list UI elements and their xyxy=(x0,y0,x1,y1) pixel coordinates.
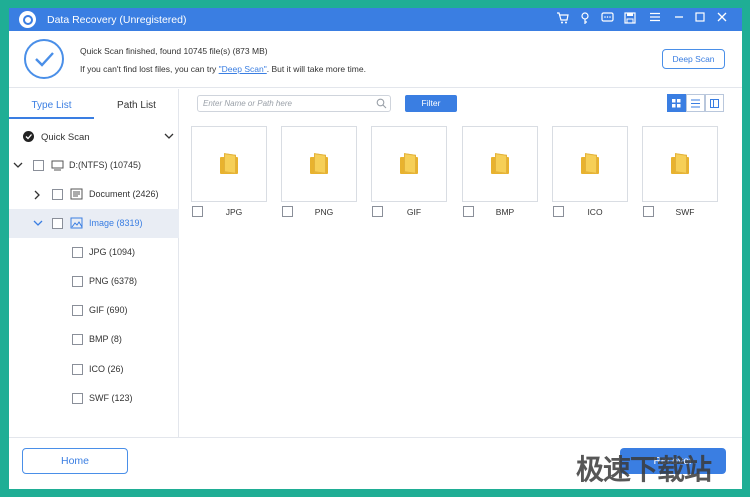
tab-path-list[interactable]: Path List xyxy=(94,89,179,119)
scan-result-header: Quick Scan finished, found 10745 file(s)… xyxy=(9,31,742,88)
folder-thumb-ico[interactable] xyxy=(552,126,628,202)
scan-summary-text: Quick Scan finished, found 10745 file(s)… xyxy=(80,46,268,56)
minimize-icon[interactable] xyxy=(671,12,687,27)
folder-thumb-swf[interactable] xyxy=(642,126,718,202)
bmp-label: BMP (8) xyxy=(89,334,122,344)
folder-thumb-gif[interactable] xyxy=(371,126,447,202)
drive-row[interactable]: D:(NTFS) (10745) xyxy=(9,151,179,180)
swf-label: SWF (123) xyxy=(89,393,133,403)
ico-folder-checkbox[interactable] xyxy=(553,206,564,217)
hint-text-after: . But it will take more time. xyxy=(266,64,366,74)
drive-label: D:(NTFS) (10745) xyxy=(69,160,142,170)
sidebar-item-gif[interactable]: GIF (690) xyxy=(9,296,179,325)
ico-checkbox[interactable] xyxy=(72,364,83,375)
bmp-checkbox[interactable] xyxy=(72,334,83,345)
folder-thumb-png[interactable] xyxy=(281,126,357,202)
sidebar-item-bmp[interactable]: BMP (8) xyxy=(9,325,179,354)
folder-icon xyxy=(400,153,418,174)
gif-checkbox[interactable] xyxy=(72,305,83,316)
drive-icon xyxy=(51,160,64,173)
sidebar-tabs: Type List Path List xyxy=(9,89,179,119)
image-label: Image (8319) xyxy=(89,218,143,228)
gif-folder-checkbox[interactable] xyxy=(372,206,383,217)
folder-icon xyxy=(671,153,689,174)
gif-label: GIF (690) xyxy=(89,305,128,315)
sidebar-item-swf[interactable]: SWF (123) xyxy=(9,384,179,413)
maximize-icon[interactable] xyxy=(692,12,708,27)
search-input[interactable] xyxy=(203,97,363,110)
home-button[interactable]: Home xyxy=(22,448,128,474)
ico-label: ICO (26) xyxy=(89,364,124,374)
drive-checkbox[interactable] xyxy=(33,160,44,171)
jpg-folder-label: JPG xyxy=(225,207,243,217)
deep-scan-link[interactable]: "Deep Scan" xyxy=(219,64,267,74)
quick-scan-row[interactable]: Quick Scan xyxy=(9,122,179,151)
sidebar-item-jpg[interactable]: JPG (1094) xyxy=(9,238,179,267)
bmp-folder-label: BMP xyxy=(495,207,515,217)
app-window: Data Recovery (Unregistered) Quick Scan … xyxy=(9,8,742,489)
feedback-icon[interactable] xyxy=(599,12,615,27)
png-label: PNG (6378) xyxy=(89,276,138,286)
expand-chevron-icon[interactable] xyxy=(33,190,41,202)
folder-icon xyxy=(220,153,238,174)
jpg-label: JPG (1094) xyxy=(89,247,136,257)
jpg-folder-checkbox[interactable] xyxy=(192,206,203,217)
site-watermark: 极速下载站 xyxy=(576,453,712,486)
png-folder-checkbox[interactable] xyxy=(282,206,293,217)
chevron-down-icon[interactable] xyxy=(164,132,174,142)
folder-thumb-bmp[interactable] xyxy=(462,126,538,202)
filter-button[interactable]: Filter xyxy=(405,95,457,112)
detail-view-icon[interactable] xyxy=(705,94,724,112)
document-label: Document (2426) xyxy=(89,189,159,199)
folder-icon xyxy=(581,153,599,174)
close-icon[interactable] xyxy=(714,12,730,27)
cart-icon[interactable] xyxy=(554,12,570,27)
swf-folder-checkbox[interactable] xyxy=(643,206,654,217)
swf-checkbox[interactable] xyxy=(72,393,83,404)
bmp-folder-checkbox[interactable] xyxy=(463,206,474,217)
window-title: Data Recovery (Unregistered) xyxy=(47,14,187,26)
jpg-checkbox[interactable] xyxy=(72,247,83,258)
check-filled-icon xyxy=(23,131,34,142)
scan-mode-label: Quick Scan xyxy=(41,132,90,143)
folder-icon xyxy=(310,153,328,174)
image-checkbox[interactable] xyxy=(52,218,63,229)
document-checkbox[interactable] xyxy=(52,189,63,200)
sidebar: Type List Path List Quick Scan D:(NTFS) … xyxy=(9,89,179,437)
swf-folder-label: SWF xyxy=(675,207,695,217)
deep-scan-hint: If you can't find lost files, you can tr… xyxy=(80,64,366,74)
collapse-chevron-icon[interactable] xyxy=(13,161,23,171)
list-view-icon[interactable] xyxy=(686,94,705,112)
app-logo-icon xyxy=(19,11,36,28)
save-icon[interactable] xyxy=(622,12,638,27)
deep-scan-button[interactable]: Deep Scan xyxy=(662,49,725,69)
collapse-chevron-icon[interactable] xyxy=(33,219,43,229)
ico-folder-label: ICO xyxy=(587,207,603,217)
key-icon[interactable] xyxy=(577,12,593,27)
png-folder-label: PNG xyxy=(314,207,334,217)
grid-view-icon[interactable] xyxy=(667,94,686,112)
sidebar-item-ico[interactable]: ICO (26) xyxy=(9,355,179,384)
hint-text-before: If you can't find lost files, you can tr… xyxy=(80,64,219,74)
png-checkbox[interactable] xyxy=(72,276,83,287)
sidebar-item-document[interactable]: Document (2426) xyxy=(9,180,179,209)
menu-icon[interactable] xyxy=(647,12,663,27)
image-icon xyxy=(70,217,83,231)
scan-complete-check-icon xyxy=(24,39,64,79)
tab-type-list[interactable]: Type List xyxy=(9,89,94,119)
search-icon[interactable] xyxy=(376,98,387,109)
search-box xyxy=(197,95,391,112)
title-bar: Data Recovery (Unregistered) xyxy=(9,8,742,31)
folder-icon xyxy=(491,153,509,174)
sidebar-item-png[interactable]: PNG (6378) xyxy=(9,267,179,296)
folder-thumb-jpg[interactable] xyxy=(191,126,267,202)
gif-folder-label: GIF xyxy=(406,207,422,217)
sidebar-item-image[interactable]: Image (8319) xyxy=(9,209,179,238)
document-icon xyxy=(70,188,83,202)
